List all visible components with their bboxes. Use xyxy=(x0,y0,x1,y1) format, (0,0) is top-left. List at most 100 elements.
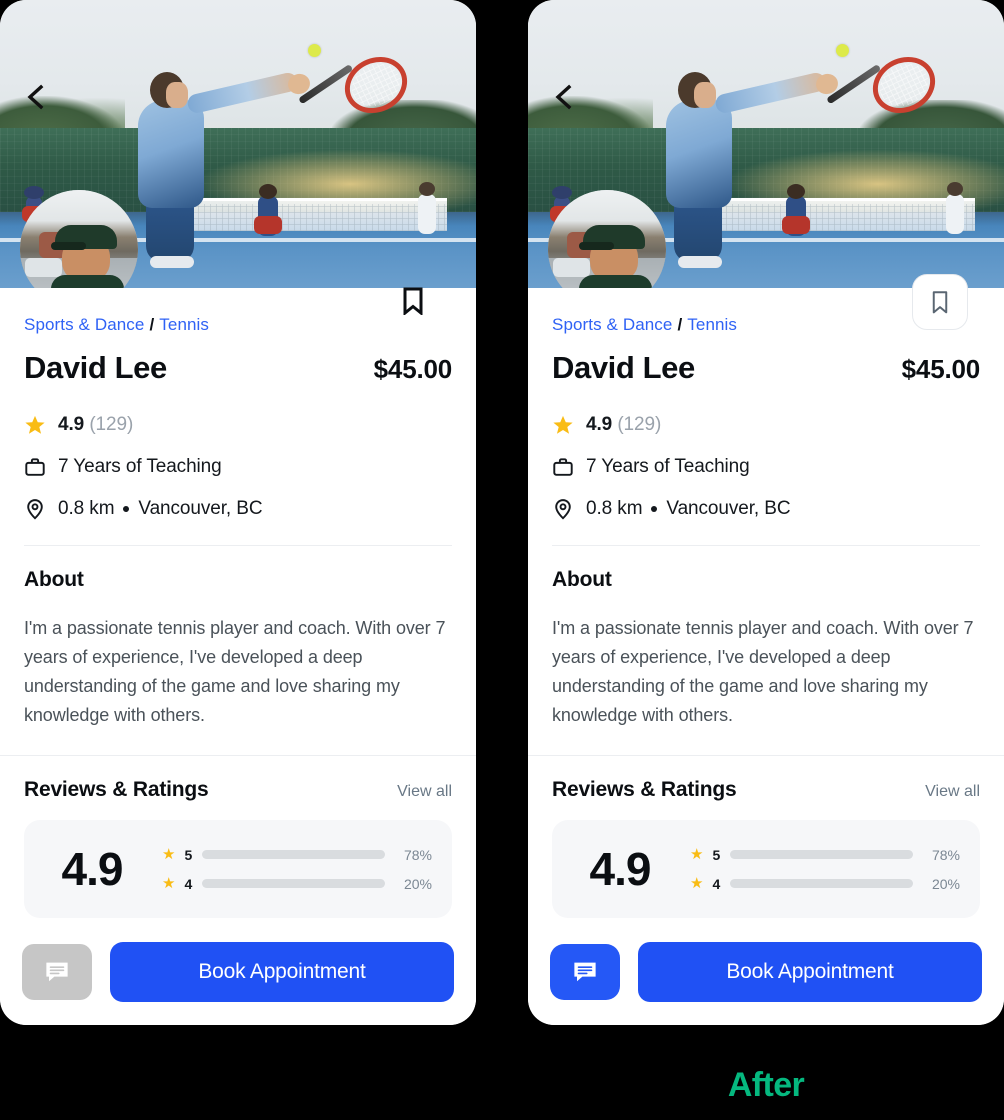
price: $45.00 xyxy=(373,354,453,384)
breadcrumb-subcategory[interactable]: Tennis xyxy=(687,315,737,334)
bookmark-button[interactable] xyxy=(912,274,968,330)
background-figure xyxy=(254,216,282,234)
tennis-ball xyxy=(308,44,321,57)
location-text: 0.8 km Vancouver, BC xyxy=(58,498,263,520)
hero-net xyxy=(161,198,448,231)
background-figure xyxy=(947,182,963,196)
view-all-link[interactable]: View all xyxy=(397,783,452,801)
hero-image-before xyxy=(0,0,476,288)
rating-row: 4.9 (129) xyxy=(552,414,980,436)
star-icon xyxy=(25,415,45,434)
breadcrumb: Sports & Dance / Tennis xyxy=(24,288,452,333)
after-label: After xyxy=(727,1066,805,1104)
star-icon: ★ xyxy=(690,875,704,892)
rating-value: 4.9 xyxy=(58,414,85,435)
bookmark-button[interactable] xyxy=(396,284,430,318)
player-face xyxy=(694,82,716,108)
about-section-after: About I'm a passionate tennis player and… xyxy=(528,546,1004,730)
player-body xyxy=(666,100,732,208)
chat-button[interactable] xyxy=(22,944,92,1000)
avatar xyxy=(548,190,666,288)
star-icon: ★ xyxy=(162,875,176,892)
book-appointment-button[interactable]: Book Appointment xyxy=(638,942,982,1002)
tennis-ball xyxy=(836,44,849,57)
city: Vancouver, BC xyxy=(138,498,263,519)
background-figure xyxy=(787,184,805,199)
location-row: 0.8 km Vancouver, BC xyxy=(552,498,980,520)
book-appointment-button[interactable]: Book Appointment xyxy=(110,942,454,1002)
briefcase-icon xyxy=(25,458,45,476)
avatar xyxy=(20,190,138,288)
chevron-left-icon xyxy=(27,84,44,110)
reviews-section-before: Reviews & Ratings View all 4.9 ★ 5 78% ★… xyxy=(0,756,476,918)
ratings-summary-card: 4.9 ★ 5 78% ★ 4 20% xyxy=(552,820,980,918)
about-title: About xyxy=(24,568,84,591)
avatar-blur-shape xyxy=(24,258,63,278)
avatar-blur-shape xyxy=(552,258,591,278)
rating-bar-track xyxy=(730,879,913,888)
breadcrumb-category[interactable]: Sports & Dance xyxy=(552,315,672,334)
about-title: About xyxy=(552,568,612,591)
star-count: 5 xyxy=(184,846,193,863)
rating-percent: 78% xyxy=(931,846,960,863)
bottom-action-bar-before: Book Appointment xyxy=(0,919,476,1025)
phone-screen-after: Sports & Dance / Tennis David Lee $45.00 4… xyxy=(528,0,1004,1025)
background-figure xyxy=(419,182,435,196)
chevron-left-icon xyxy=(555,84,572,110)
ratings-breakdown: ★ 5 78% ★ 4 20% xyxy=(690,847,960,892)
ratings-breakdown: ★ 5 78% ★ 4 20% xyxy=(162,847,432,892)
chat-message-icon xyxy=(46,962,68,982)
experience-text: 7 Years of Teaching xyxy=(586,456,750,477)
chat-button[interactable] xyxy=(550,944,620,1000)
rating-bar-track xyxy=(202,879,385,888)
breadcrumb-category[interactable]: Sports & Dance xyxy=(24,315,144,334)
rating-count: (129) xyxy=(89,414,134,435)
star-count: 4 xyxy=(712,875,721,892)
background-figure xyxy=(418,194,436,234)
about-body: I'm a passionate tennis player and coach… xyxy=(24,618,446,725)
hero-net xyxy=(689,198,976,231)
profile-info-before: Sports & Dance / Tennis David Lee $45.00 4… xyxy=(0,287,476,546)
player-shoes xyxy=(150,256,194,268)
player-body xyxy=(138,100,204,208)
rating-value: 4.9 xyxy=(586,414,613,435)
breadcrumb-subcategory[interactable]: Tennis xyxy=(159,315,209,334)
bottom-action-bar-after: Book Appointment xyxy=(528,919,1004,1025)
rating-bar-row: ★ 4 20% xyxy=(162,876,432,892)
rating-text: 4.9 (129) xyxy=(586,414,661,436)
average-score: 4.9 xyxy=(61,843,124,895)
rating-count: (129) xyxy=(617,414,662,435)
experience-text: 7 Years of Teaching xyxy=(58,456,222,477)
avatar-cap-brim xyxy=(578,241,615,251)
about-section-before: About I'm a passionate tennis player and… xyxy=(0,546,476,730)
rating-bar-row: ★ 5 78% xyxy=(162,847,432,863)
star-count: 5 xyxy=(712,846,721,863)
avatar-cap-brim xyxy=(50,241,87,251)
distance: 0.8 km xyxy=(58,498,115,519)
rating-bar-track xyxy=(202,850,385,859)
breadcrumb-separator: / xyxy=(149,315,155,334)
background-figure xyxy=(259,184,277,199)
name-price-row: David Lee $45.00 xyxy=(552,350,980,386)
rating-percent: 20% xyxy=(403,875,432,892)
star-icon: ★ xyxy=(690,846,704,863)
experience-row: 7 Years of Teaching xyxy=(552,456,980,478)
reviews-section-after: Reviews & Ratings View all 4.9 ★ 5 78% ★… xyxy=(528,756,1004,918)
page-title: David Lee xyxy=(24,350,167,385)
background-figure xyxy=(782,216,810,234)
avatar-shirt xyxy=(50,274,124,288)
meta-list: 4.9 (129) 7 Years of Teaching 0.8 km Vanc… xyxy=(24,414,452,520)
star-icon: ★ xyxy=(162,846,176,863)
map-pin-icon xyxy=(27,499,43,520)
profile-info-after: Sports & Dance / Tennis David Lee $45.00 4… xyxy=(528,274,1004,546)
bookmark-icon xyxy=(403,287,423,315)
reviews-header: Reviews & Ratings View all xyxy=(552,756,980,802)
ratings-summary-card: 4.9 ★ 5 78% ★ 4 20% xyxy=(24,820,452,918)
hero-image-after xyxy=(528,0,1004,288)
rating-bar-track xyxy=(730,850,913,859)
player-shoes xyxy=(678,256,722,268)
back-button[interactable] xyxy=(16,78,54,116)
back-button[interactable] xyxy=(544,78,582,116)
view-all-link[interactable]: View all xyxy=(925,783,980,801)
experience-row: 7 Years of Teaching xyxy=(24,456,452,478)
